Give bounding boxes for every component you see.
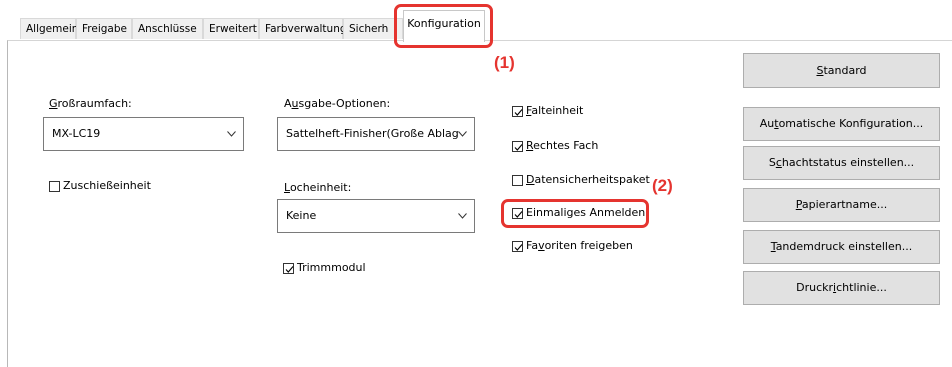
zuschiesseinheit-checkbox[interactable] — [49, 181, 60, 192]
falteinheit-label: Falteinheit — [526, 104, 584, 117]
checkmark-icon — [514, 144, 523, 151]
auto-config-button[interactable]: Automatische Konfiguration... — [743, 107, 940, 141]
papierartname-button[interactable]: Papierartname... — [743, 188, 940, 222]
tab-freigabe[interactable]: Freigabe — [76, 18, 132, 39]
ausgabe-optionen-label: Ausgabe-Optionen: — [284, 97, 391, 110]
tandemdruck-button[interactable]: Tandemdruck einstellen... — [743, 230, 940, 264]
callout-2: (2) — [652, 176, 673, 195]
tab-allgemein[interactable]: Allgemein — [20, 18, 78, 39]
chevron-down-icon — [458, 131, 467, 137]
druckrichtlinie-button[interactable]: Druckrichtlinie... — [743, 271, 940, 305]
ausgabe-optionen-value: Sattelheft-Finisher(Große Ablag — [286, 127, 459, 140]
locheinheit-select[interactable]: Keine — [277, 199, 475, 233]
grossraumfach-label: Großraumfach: — [49, 97, 132, 110]
trimmmodul-label: Trimmmodul — [297, 261, 366, 274]
checkmark-icon — [514, 109, 523, 116]
favoriten-freigeben-label: Favoriten freigeben — [526, 239, 633, 252]
rechtes-fach-label: Rechtes Fach — [526, 139, 599, 152]
falteinheit-checkbox[interactable] — [512, 106, 523, 117]
chevron-down-icon — [458, 213, 467, 219]
ausgabe-optionen-select[interactable]: Sattelheft-Finisher(Große Ablag — [277, 117, 475, 151]
grossraumfach-select[interactable]: MX-LC19 — [43, 117, 244, 151]
datensicherheitspaket-label: Datensicherheitspaket — [526, 173, 650, 186]
zuschiesseinheit-label: Zuschießeinheit — [63, 179, 151, 192]
favoriten-freigeben-checkbox[interactable] — [512, 241, 523, 252]
callout-1: (1) — [494, 53, 515, 72]
rechtes-fach-checkbox[interactable] — [512, 141, 523, 152]
tab-farbverwaltung[interactable]: Farbverwaltung — [259, 18, 347, 39]
grossraumfach-value: MX-LC19 — [52, 127, 101, 140]
checkmark-icon — [285, 266, 294, 273]
standard-button[interactable]: Standard — [743, 53, 940, 88]
chevron-down-icon — [227, 131, 236, 137]
checkmark-icon — [514, 244, 523, 251]
locheinheit-value: Keine — [286, 209, 317, 222]
tab-anschluesse[interactable]: Anschlüsse — [132, 18, 203, 39]
schachtstatus-button[interactable]: Schachtstatus einstellen... — [743, 146, 940, 180]
highlight-box-option — [501, 199, 649, 228]
tab-erweitert[interactable]: Erweitert — [203, 18, 259, 39]
highlight-box-tab — [394, 4, 493, 48]
datensicherheitspaket-checkbox[interactable] — [512, 175, 523, 186]
locheinheit-label: Locheinheit: — [284, 181, 352, 194]
trimmmodul-checkbox[interactable] — [283, 263, 294, 274]
